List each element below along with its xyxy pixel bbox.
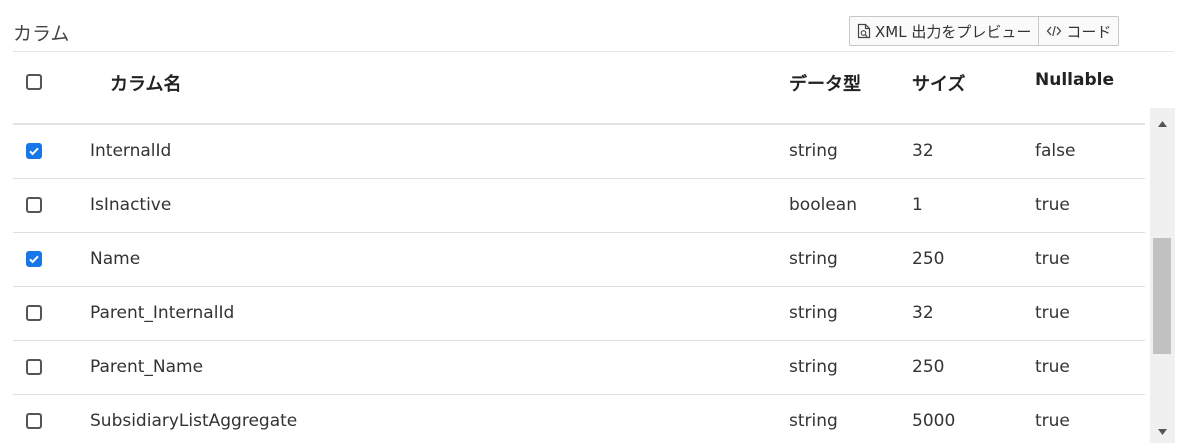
cell-size: 32 xyxy=(912,141,934,161)
code-brackets-icon xyxy=(1046,24,1062,38)
cell-data-type: string xyxy=(789,249,838,269)
cell-column-name: Parent_InternalId xyxy=(90,303,235,323)
cell-column-name: InternalId xyxy=(90,141,172,161)
row-checkbox[interactable] xyxy=(26,197,42,213)
caret-down-icon xyxy=(1158,429,1167,435)
cell-data-type: string xyxy=(789,411,838,431)
table-row[interactable]: InternalId string 32 false xyxy=(13,125,1145,179)
code-button[interactable]: コード xyxy=(1038,17,1118,45)
cell-nullable: true xyxy=(1035,303,1070,323)
vertical-scrollbar[interactable] xyxy=(1150,108,1175,443)
row-checkbox[interactable] xyxy=(26,413,42,429)
checkmark-icon xyxy=(29,255,39,264)
row-checkbox[interactable] xyxy=(26,251,42,267)
column-header-size: サイズ xyxy=(912,74,966,95)
cell-nullable: true xyxy=(1035,195,1070,215)
cell-column-name: Parent_Name xyxy=(90,357,204,377)
section-divider xyxy=(13,51,1174,52)
select-all-checkbox[interactable] xyxy=(26,74,42,90)
scroll-up-button[interactable] xyxy=(1150,114,1175,134)
table-row[interactable]: IsInactive boolean 1 true xyxy=(13,179,1145,233)
table-row[interactable]: Parent_Name string 250 true xyxy=(13,341,1145,395)
cell-column-name: IsInactive xyxy=(90,195,172,215)
column-header-type: データ型 xyxy=(789,74,861,95)
cell-size: 5000 xyxy=(912,411,956,431)
document-preview-icon xyxy=(857,23,871,39)
cell-nullable: true xyxy=(1035,357,1070,377)
table-header: カラム名 データ型 サイズ Nullable xyxy=(0,56,1175,108)
cell-nullable: true xyxy=(1035,249,1070,269)
column-header-name: カラム名 xyxy=(110,74,182,95)
scrollbar-thumb[interactable] xyxy=(1153,238,1171,354)
caret-up-icon xyxy=(1158,121,1167,127)
row-checkbox[interactable] xyxy=(26,359,42,375)
code-label: コード xyxy=(1066,22,1112,41)
cell-data-type: boolean xyxy=(789,195,857,215)
checkmark-icon xyxy=(29,147,39,156)
table-row[interactable]: SubsidiaryListAggregate string 5000 true xyxy=(13,395,1145,443)
cell-data-type: string xyxy=(789,357,838,377)
xml-preview-button[interactable]: XML 出力をプレビュー xyxy=(850,17,1038,45)
column-header-nullable: Nullable xyxy=(1035,70,1114,90)
toolbar: XML 出力をプレビュー コード xyxy=(849,16,1120,46)
xml-preview-label: XML 出力をプレビュー xyxy=(875,22,1032,41)
cell-data-type: string xyxy=(789,303,838,323)
table-row[interactable]: Parent_InternalId string 32 true xyxy=(13,287,1145,341)
cell-size: 32 xyxy=(912,303,934,323)
cell-column-name: Name xyxy=(90,249,141,269)
row-checkbox[interactable] xyxy=(26,305,42,321)
table-body: InternalId string 32 false IsInactive boolean… xyxy=(13,108,1175,443)
cell-column-name: SubsidiaryListAggregate xyxy=(90,411,298,431)
cell-size: 250 xyxy=(912,357,945,377)
cell-nullable: false xyxy=(1035,141,1076,161)
table-row[interactable]: Name string 250 true xyxy=(13,233,1145,287)
scroll-down-button[interactable] xyxy=(1150,422,1175,442)
cell-size: 1 xyxy=(912,195,923,215)
section-title: カラム xyxy=(13,23,70,45)
cell-nullable: true xyxy=(1035,411,1070,431)
cell-size: 250 xyxy=(912,249,945,269)
cell-data-type: string xyxy=(789,141,838,161)
row-checkbox[interactable] xyxy=(26,143,42,159)
